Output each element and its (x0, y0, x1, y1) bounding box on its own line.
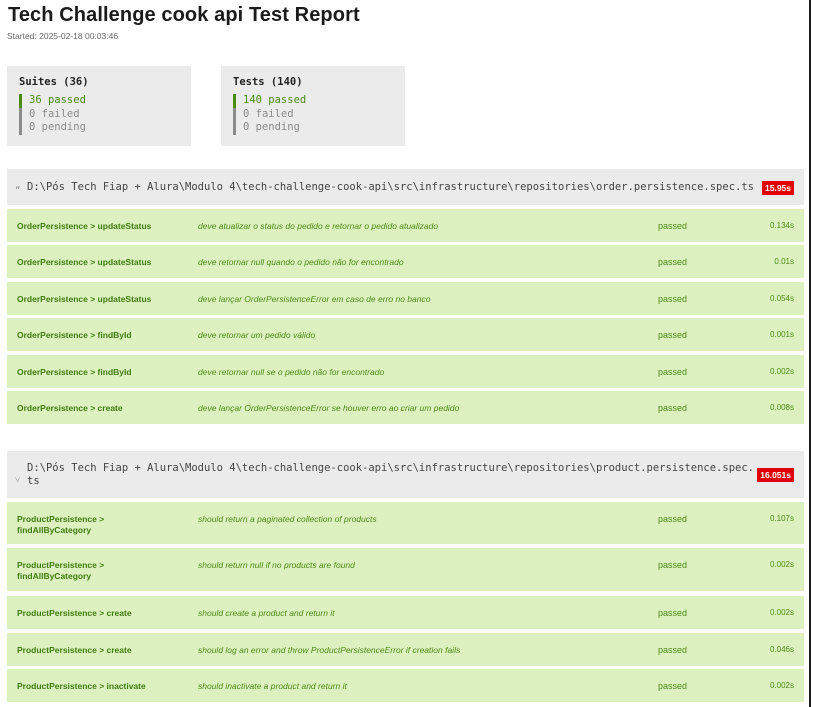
test-status: passed (658, 645, 688, 655)
tests-summary: Tests (140) 140 passed 0 failed 0 pendin… (221, 66, 405, 146)
test-suite-name: ProductPersistence > create (17, 608, 132, 618)
test-description: should return a paginated collection of … (198, 514, 377, 524)
suite-duration-badge: 16.051s (757, 468, 794, 482)
test-description: deve retornar null quando o pedido não f… (198, 257, 404, 267)
page-title: Tech Challenge cook api Test Report (8, 4, 360, 26)
test-description: should inactivate a product and return i… (198, 681, 347, 691)
test-duration: 0.01s (774, 257, 794, 266)
test-row[interactable]: OrderPersistence > findById deve retorna… (7, 318, 804, 351)
test-row[interactable]: OrderPersistence > findById deve retorna… (7, 355, 804, 388)
test-duration: 0.008s (769, 403, 794, 412)
test-row[interactable]: OrderPersistence > updateStatus deve lan… (7, 282, 804, 315)
suite-header-order-persistence[interactable]: „ D:\Pós Tech Fiap + Alura\Modulo 4\tech… (7, 169, 804, 205)
test-suite-name: OrderPersistence > findById (17, 330, 132, 340)
test-duration: 0.002s (769, 367, 794, 376)
test-row[interactable]: ProductPersistence > findAllByCategory s… (7, 502, 804, 544)
test-status: passed (658, 221, 688, 231)
test-row[interactable]: ProductPersistence > findAllByCategory s… (7, 548, 804, 591)
test-duration: 0.134s (769, 221, 794, 230)
test-status: passed (658, 681, 688, 691)
suite-header-product-persistence[interactable]: D:\Pós Tech Fiap + Alura\Modulo 4\tech-c… (7, 451, 804, 498)
test-suite-name: OrderPersistence > findById (17, 367, 132, 377)
test-description: should log an error and throw ProductPer… (198, 645, 461, 655)
test-description: deve atualizar o status do pedido e reto… (198, 221, 439, 231)
suites-failed-count: 0 failed (19, 107, 179, 121)
test-suite-name: OrderPersistence > updateStatus (17, 257, 152, 267)
chevron-icon[interactable]: „ (15, 181, 20, 191)
tests-summary-header: Tests (140) (233, 76, 303, 88)
test-row[interactable]: ProductPersistence > create should log a… (7, 633, 804, 666)
test-description: deve retornar um pedido válido (198, 330, 316, 340)
report-page: Tech Challenge cook api Test Report Star… (0, 0, 811, 707)
test-duration: 0.054s (769, 294, 794, 303)
test-duration: 0.002s (769, 681, 794, 690)
test-duration: 0.001s (769, 330, 794, 339)
started-timestamp: Started: 2025-02-18 00:03:46 (7, 31, 119, 41)
suite-duration-badge: 15.95s (762, 181, 794, 195)
suite-file-path-continued: ts (27, 475, 40, 487)
test-duration: 0.002s (769, 560, 794, 569)
test-status: passed (658, 514, 688, 524)
test-suite-name: OrderPersistence > updateStatus (17, 221, 152, 231)
test-row[interactable]: OrderPersistence > create deve lançar Or… (7, 391, 804, 424)
suite-file-path: D:\Pós Tech Fiap + Alura\Modulo 4\tech-c… (27, 181, 754, 193)
suites-summary-header: Suites (36) (19, 76, 89, 88)
test-status: passed (658, 257, 688, 267)
tests-pending-count: 0 pending (233, 121, 393, 135)
test-suite-name: OrderPersistence > create (17, 403, 123, 413)
test-status: passed (658, 367, 688, 377)
test-status: passed (658, 608, 688, 618)
test-row[interactable]: OrderPersistence > updateStatus deve atu… (7, 209, 804, 242)
test-suite-name: OrderPersistence > updateStatus (17, 294, 152, 304)
suites-pending-count: 0 pending (19, 121, 179, 135)
test-suite-name-continued: findAllByCategory (17, 525, 92, 535)
test-description: deve lançar OrderPersistenceError em cas… (198, 294, 431, 304)
test-row[interactable]: OrderPersistence > updateStatus deve ret… (7, 245, 804, 278)
test-description: should return null if no products are fo… (198, 560, 355, 570)
test-suite-name: ProductPersistence > inactivate (17, 681, 146, 691)
tests-failed-count: 0 failed (233, 107, 393, 121)
test-status: passed (658, 560, 688, 570)
test-description: deve retornar null se o pedido não for e… (198, 367, 385, 377)
test-duration: 0.046s (769, 645, 794, 654)
suites-summary: Suites (36) 36 passed 0 failed 0 pending (7, 66, 191, 146)
test-duration: 0.107s (769, 514, 794, 523)
test-row[interactable]: ProductPersistence > inactivate should i… (7, 669, 804, 702)
test-row[interactable]: ProductPersistence > create should creat… (7, 596, 804, 629)
test-status: passed (658, 330, 688, 340)
test-suite-name: ProductPersistence > (17, 514, 105, 524)
test-description: should create a product and return it (198, 608, 335, 618)
tests-passed-count: 140 passed (233, 94, 393, 108)
test-status: passed (658, 403, 688, 413)
test-suite-name-continued: findAllByCategory (17, 571, 92, 581)
test-suite-name: ProductPersistence > create (17, 645, 132, 655)
test-status: passed (658, 294, 688, 304)
suite-file-path: D:\Pós Tech Fiap + Alura\Modulo 4\tech-c… (27, 462, 754, 474)
test-suite-name: ProductPersistence > (17, 560, 105, 570)
chevron-down-icon[interactable]: ˅ (15, 475, 20, 486)
test-description: deve lançar OrderPersistenceError se hou… (198, 403, 460, 413)
test-duration: 0.002s (769, 608, 794, 617)
suites-passed-count: 36 passed (19, 94, 179, 108)
